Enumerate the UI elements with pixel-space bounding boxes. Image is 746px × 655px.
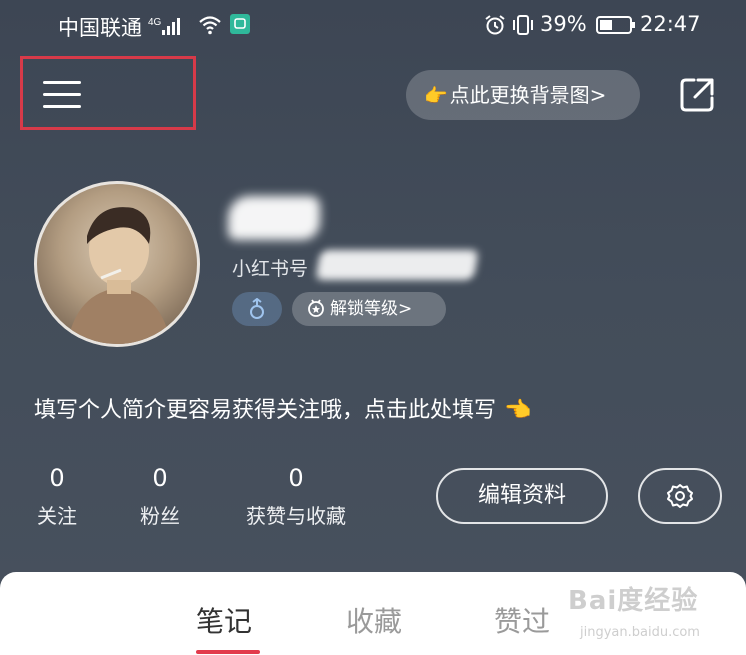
active-tab-indicator <box>196 650 260 654</box>
hamburger-menu-icon <box>43 81 81 109</box>
status-time: 22:47 <box>640 12 701 36</box>
tab-collections[interactable]: 收藏 <box>346 600 402 640</box>
change-background-label: 点此更换背景图> <box>449 83 607 107</box>
avatar[interactable] <box>34 181 200 347</box>
stat-value: 0 <box>49 464 65 492</box>
alarm-clock-icon <box>485 15 505 35</box>
change-background-button[interactable]: 👉 点此更换背景图> <box>406 70 640 120</box>
notification-app-icon <box>230 14 250 34</box>
male-icon <box>250 298 264 319</box>
network-type-label: 4G <box>148 17 162 28</box>
stat-followers[interactable]: 0 粉丝 <box>130 464 190 529</box>
gear-icon <box>667 484 693 508</box>
share-external-icon[interactable] <box>678 76 716 114</box>
battery-icon <box>596 16 635 34</box>
stat-value: 0 <box>288 464 304 492</box>
stat-likes-and-collections[interactable]: 0 获赞与收藏 <box>236 464 356 529</box>
account-id-redacted <box>315 250 479 280</box>
stat-value: 0 <box>152 464 168 492</box>
pointing-hand-icon: 👈 <box>504 398 532 423</box>
bio-prompt-text: 填写个人简介更容易获得关注哦，点击此处填写 <box>34 398 497 423</box>
stat-label: 获赞与收藏 <box>246 504 346 528</box>
gender-badge <box>232 292 282 326</box>
unlock-level-button[interactable]: 解锁等级> <box>292 292 446 326</box>
unlock-level-label: 解锁等级> <box>330 299 413 319</box>
cellular-signal-icon: 4G <box>148 17 180 35</box>
bio-prompt[interactable]: 填写个人简介更容易获得关注哦，点击此处填写 👈 <box>34 392 531 424</box>
xiaohongshu-id-label: 小红书号 <box>232 258 309 280</box>
carrier-name: 中国联通 <box>58 16 142 40</box>
profile-screen: 中国联通 4G 39% 22:47 👉 点此更换背景图> 小红书号 解锁等级> … <box>0 0 746 655</box>
nickname-redacted <box>228 196 320 240</box>
medal-icon <box>308 299 324 317</box>
settings-button[interactable] <box>638 468 722 524</box>
stat-label: 粉丝 <box>140 504 180 528</box>
battery-percentage: 39% <box>540 12 587 36</box>
baidu-jingyan-watermark: Bai度经验 <box>568 586 699 616</box>
wifi-icon <box>199 16 221 35</box>
vibrate-icon <box>513 15 533 35</box>
stat-label: 关注 <box>37 504 77 528</box>
pointing-hand-icon: 👉 <box>424 85 448 107</box>
watermark-url: jingyan.baidu.com <box>580 625 700 640</box>
edit-profile-button[interactable]: 编辑资料 <box>436 468 608 524</box>
status-bar: 中国联通 4G 39% 22:47 <box>0 0 746 52</box>
tab-notes[interactable]: 笔记 <box>196 600 252 640</box>
menu-button[interactable] <box>20 56 196 130</box>
stat-following[interactable]: 0 关注 <box>34 464 80 529</box>
tab-liked[interactable]: 赞过 <box>494 600 550 640</box>
